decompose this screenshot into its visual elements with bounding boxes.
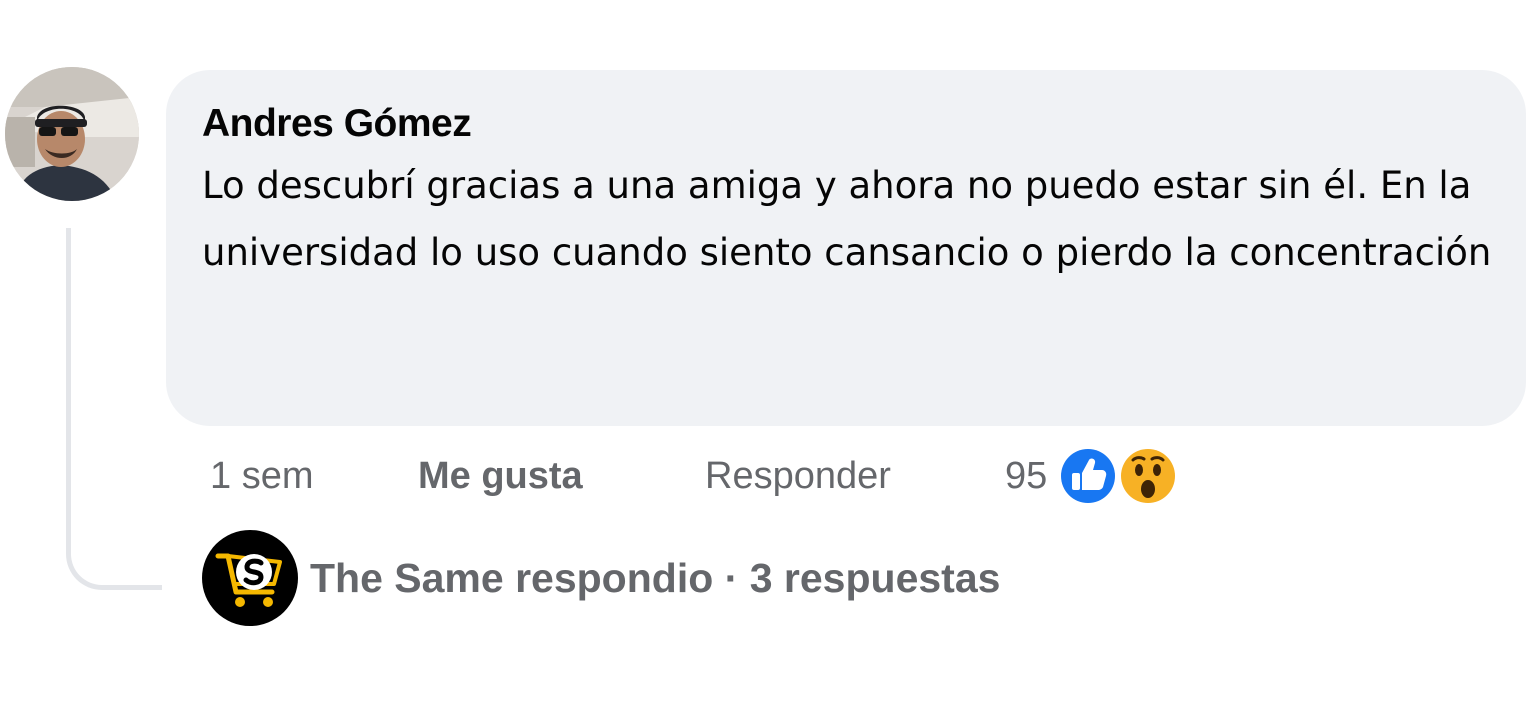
the-same-logo-avatar <box>202 530 298 626</box>
thread-connector-line <box>66 228 162 590</box>
view-replies-link[interactable]: The Same respondio · 3 respuestas <box>202 530 1000 626</box>
comment-timestamp[interactable]: 1 sem <box>210 455 418 498</box>
wow-reaction-icon <box>1115 443 1181 509</box>
comment-text: Lo descubrí gracias a una amiga y ahora … <box>202 164 1492 274</box>
shopping-cart-logo-icon <box>215 553 282 607</box>
reply-count: 3 respuestas <box>749 554 1001 601</box>
reply-button[interactable]: Responder <box>705 455 1005 498</box>
reply-separator: · <box>724 554 739 601</box>
commenter-avatar[interactable] <box>5 67 139 201</box>
comment-actions-bar: 1 sem Me gusta Responder 95 <box>210 443 1181 509</box>
comment-author-name[interactable]: Andres Gómez <box>202 100 1492 148</box>
reaction-count: 95 <box>1005 454 1048 497</box>
replier-name: The Same respondio <box>310 554 714 601</box>
comment-bubble: Andres Gómez Lo descubrí gracias a una a… <box>166 70 1526 426</box>
like-button[interactable]: Me gusta <box>418 455 705 498</box>
reactions-summary[interactable]: 95 <box>1005 443 1181 509</box>
like-reaction-icon <box>1055 443 1121 509</box>
